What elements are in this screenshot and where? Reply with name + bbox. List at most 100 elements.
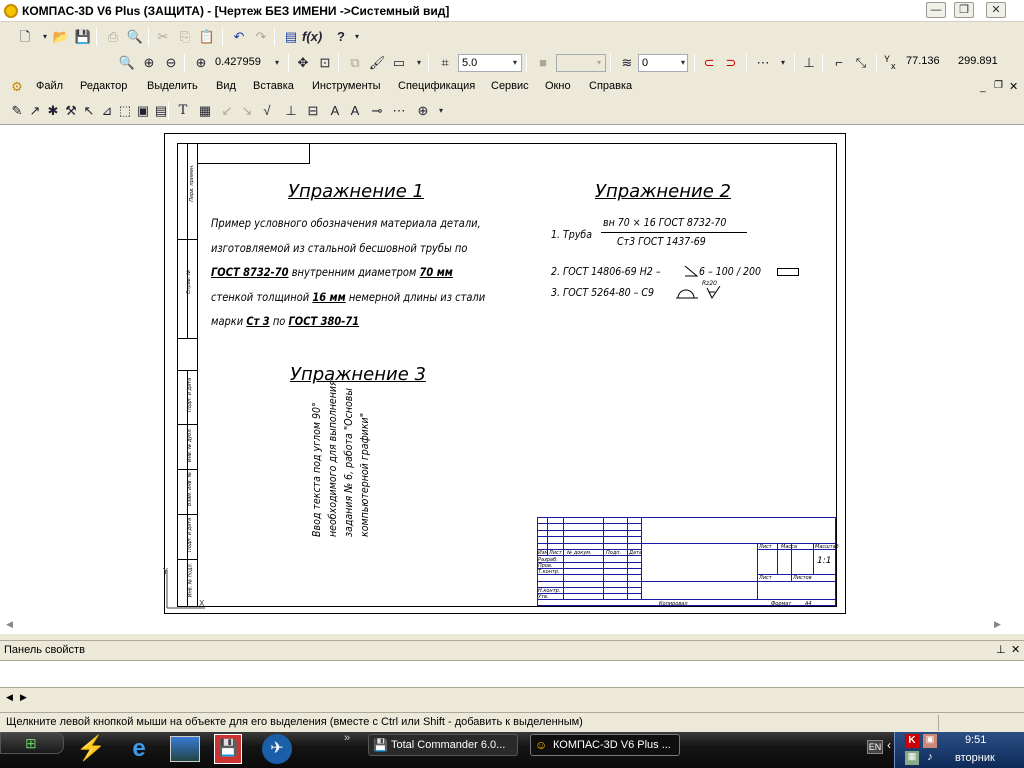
- scroll-right-icon[interactable]: ▶: [994, 619, 1001, 630]
- dimensions-tool-icon[interactable]: ↗: [26, 102, 44, 120]
- properties-panel-body[interactable]: [0, 660, 1024, 688]
- select-tool-icon[interactable]: ⬚: [116, 102, 134, 120]
- panel-close-button[interactable]: ✕: [1011, 643, 1020, 656]
- kompas-launch-icon[interactable]: ✈: [262, 734, 292, 764]
- function-icon[interactable]: f(x): [302, 28, 322, 46]
- floppy-icon[interactable]: 💾: [214, 734, 242, 764]
- menu-file[interactable]: Файл: [36, 80, 63, 92]
- internet-explorer-icon[interactable]: e: [124, 734, 154, 764]
- save-icon[interactable]: 💾: [74, 28, 92, 46]
- cut-icon[interactable]: ✂: [154, 28, 172, 46]
- axis-line-icon[interactable]: ⋯: [390, 102, 408, 120]
- network-icon[interactable]: ▦: [905, 751, 919, 765]
- show-all-icon[interactable]: ⊡: [316, 54, 334, 72]
- winamp-icon[interactable]: ⚡: [76, 734, 106, 764]
- zoom-dropdown-icon[interactable]: ▾: [268, 54, 286, 72]
- grid-icon[interactable]: ⋯: [754, 54, 772, 72]
- leader-tool-icon[interactable]: ↙: [218, 102, 236, 120]
- menu-insert[interactable]: Вставка: [253, 80, 294, 92]
- restore-button[interactable]: ❐: [954, 2, 974, 18]
- antivirus-icon[interactable]: K: [905, 734, 919, 748]
- view-arrow-icon[interactable]: A: [346, 102, 364, 120]
- assoc-view-tool-icon[interactable]: ▣: [134, 102, 152, 120]
- tray-app-icon[interactable]: ▣: [923, 734, 937, 748]
- style-dropdown-icon[interactable]: ▾: [590, 54, 608, 72]
- center-dropdown-icon[interactable]: ▾: [432, 102, 450, 120]
- brush-icon[interactable]: 🖌: [368, 54, 386, 72]
- redo-icon[interactable]: ↷: [252, 28, 270, 46]
- menu-specification[interactable]: Спецификация: [398, 80, 475, 92]
- grid-dropdown-icon[interactable]: ▾: [774, 54, 792, 72]
- local-cs-icon[interactable]: ⊥: [800, 54, 818, 72]
- form-tolerance-icon[interactable]: ⊟: [304, 102, 322, 120]
- copy-icon[interactable]: ⎘: [176, 28, 194, 46]
- scroll-left-icon[interactable]: ◀: [6, 619, 13, 630]
- step-dropdown-icon[interactable]: ▾: [506, 54, 524, 72]
- language-indicator[interactable]: EN: [867, 740, 883, 754]
- zoom-window-icon[interactable]: 🔍: [118, 54, 136, 72]
- new-document-icon[interactable]: 🗋: [16, 28, 34, 46]
- paste-icon[interactable]: 📋: [198, 28, 216, 46]
- display-dropdown-icon[interactable]: ▾: [410, 54, 428, 72]
- minimize-button[interactable]: —: [926, 2, 946, 18]
- panel-scroll-right-icon[interactable]: ▶: [20, 692, 27, 703]
- menu-help[interactable]: Справка: [589, 80, 632, 92]
- pan-icon[interactable]: ✥: [294, 54, 312, 72]
- pin-icon[interactable]: ⊥: [996, 643, 1006, 656]
- cut-line-icon[interactable]: A: [326, 102, 344, 120]
- doc-close-button[interactable]: ✕: [1009, 80, 1018, 93]
- doc-restore-button[interactable]: ❐: [994, 80, 1003, 91]
- ortho-icon[interactable]: ⌐: [830, 54, 848, 72]
- layers-icon[interactable]: ≋: [618, 54, 636, 72]
- notation-tool-icon[interactable]: ✱: [44, 102, 62, 120]
- menu-tools[interactable]: Инструменты: [312, 80, 381, 92]
- step-icon[interactable]: ⌗: [436, 54, 454, 72]
- zoom-scale-icon[interactable]: ⊕: [192, 54, 210, 72]
- undo-icon[interactable]: ↶: [230, 28, 248, 46]
- text-tool-icon[interactable]: T: [174, 102, 192, 120]
- refresh-icon[interactable]: ⧉: [346, 54, 364, 72]
- cursor-icon[interactable]: ⤡: [852, 54, 870, 72]
- clock-time[interactable]: 9:51: [965, 734, 986, 746]
- menu-view[interactable]: Вид: [216, 80, 236, 92]
- zoom-out-icon[interactable]: ⊖: [162, 54, 180, 72]
- parametrize-tool-icon[interactable]: ↖: [80, 102, 98, 120]
- zoom-in-icon[interactable]: ⊕: [140, 54, 158, 72]
- menu-editor[interactable]: Редактор: [80, 80, 127, 92]
- display-icon[interactable]: ▭: [390, 54, 408, 72]
- menu-service[interactable]: Сервис: [491, 80, 529, 92]
- snap-local-icon[interactable]: ⊃: [722, 54, 740, 72]
- task-total-commander[interactable]: 💾 Total Commander 6.0...: [368, 734, 518, 756]
- drawing-workarea[interactable]: Перв. примен. Справ. № Подп. и дата Инв.…: [0, 124, 1024, 634]
- edit-tool-icon[interactable]: ⚒: [62, 102, 80, 120]
- panel-scroll-left-icon[interactable]: ◀: [6, 692, 13, 703]
- preview-icon[interactable]: 🔍: [126, 28, 144, 46]
- roughness-tool-icon[interactable]: √: [258, 102, 276, 120]
- geometry-tool-icon[interactable]: ✎: [8, 102, 26, 120]
- help-dropdown-icon[interactable]: ▾: [348, 28, 366, 46]
- tray-expand-icon[interactable]: ‹: [887, 738, 891, 752]
- taskbar-overflow-icon[interactable]: »: [344, 732, 350, 744]
- measure-tool-icon[interactable]: ⊿: [98, 102, 116, 120]
- clock-day[interactable]: вторник: [955, 752, 995, 764]
- layer-dropdown-icon[interactable]: ▾: [674, 54, 692, 72]
- volume-icon[interactable]: ♪: [923, 751, 937, 765]
- menu-select[interactable]: Выделить: [147, 80, 198, 92]
- base-tool-icon[interactable]: ⊥: [282, 102, 300, 120]
- manager-icon[interactable]: ▤: [282, 28, 300, 46]
- snap-magnet-icon[interactable]: ⊂: [700, 54, 718, 72]
- print-icon[interactable]: ⎙: [104, 28, 122, 46]
- menu-window[interactable]: Окно: [545, 80, 571, 92]
- start-button[interactable]: ⊞: [0, 732, 64, 754]
- doc-minimize-button[interactable]: _: [980, 82, 986, 93]
- position-leader-icon[interactable]: ↘: [238, 102, 256, 120]
- task-kompas[interactable]: ☺ КОМПАС-3D V6 Plus ...: [530, 734, 680, 756]
- table-tool-icon[interactable]: ▦: [196, 102, 214, 120]
- center-mark-icon[interactable]: ⊕: [414, 102, 432, 120]
- marking-icon[interactable]: ⊸: [368, 102, 386, 120]
- close-button[interactable]: ✕: [986, 2, 1006, 18]
- style-icon[interactable]: ■: [534, 54, 552, 72]
- desktop-icon[interactable]: [170, 736, 200, 762]
- open-icon[interactable]: 📂: [52, 28, 70, 46]
- horizontal-scrollbar[interactable]: ◀ ▶: [0, 616, 1010, 634]
